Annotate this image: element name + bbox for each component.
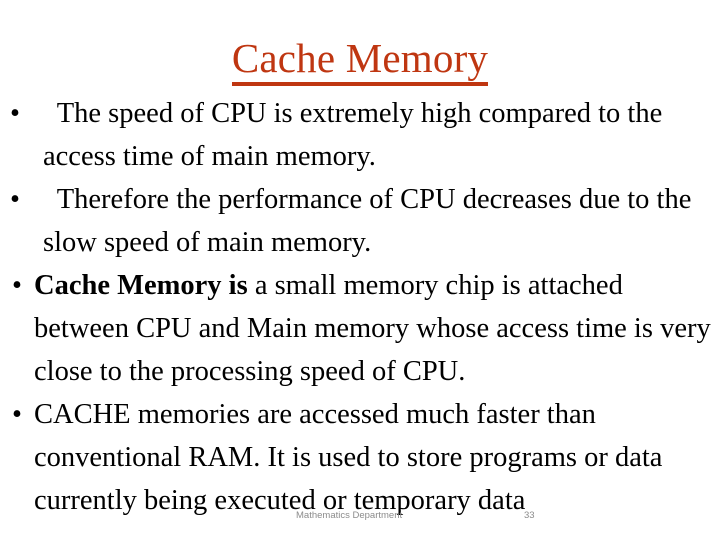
list-item-body: Therefore the performance of CPU decreas… (43, 184, 692, 258)
bullet-icon: • (10, 98, 20, 129)
list-item: • CACHE memories are accessed much faste… (0, 393, 720, 522)
list-item: • Therefore the performance of CPU decre… (0, 178, 720, 264)
list-item-lead-space (43, 184, 57, 215)
slide-title-container: Cache Memory (0, 36, 720, 86)
slide-number: 33 (524, 510, 535, 521)
slide-body: • The speed of CPU is extremely high com… (0, 92, 720, 522)
list-item-text: CACHE memories are accessed much faster … (34, 399, 662, 516)
list-item-text: The speed of CPU is extremely high compa… (43, 98, 662, 172)
list-item-body: CACHE memories are accessed much faster … (34, 399, 663, 516)
page-title: Cache Memory (231, 36, 489, 86)
list-item-text: Cache Memory is a small memory chip is a… (34, 270, 711, 387)
slide-canvas: Cache Memory • The speed of CPU is extre… (0, 0, 720, 540)
bullet-icon: • (12, 399, 22, 430)
bullet-icon: • (10, 184, 20, 215)
list-item-body: The speed of CPU is extremely high compa… (43, 98, 663, 172)
bullet-icon: • (12, 270, 22, 301)
list-item: • Cache Memory is a small memory chip is… (0, 264, 720, 393)
list-item: • The speed of CPU is extremely high com… (0, 92, 720, 178)
list-item-text: Therefore the performance of CPU decreas… (43, 184, 691, 258)
list-item-lead-space (43, 98, 57, 129)
slide-footer: Mathematics Department 33 (0, 509, 720, 525)
footer-department-label: Mathematics Department (296, 510, 403, 521)
list-item-bold-prefix: Cache Memory is (34, 270, 248, 301)
